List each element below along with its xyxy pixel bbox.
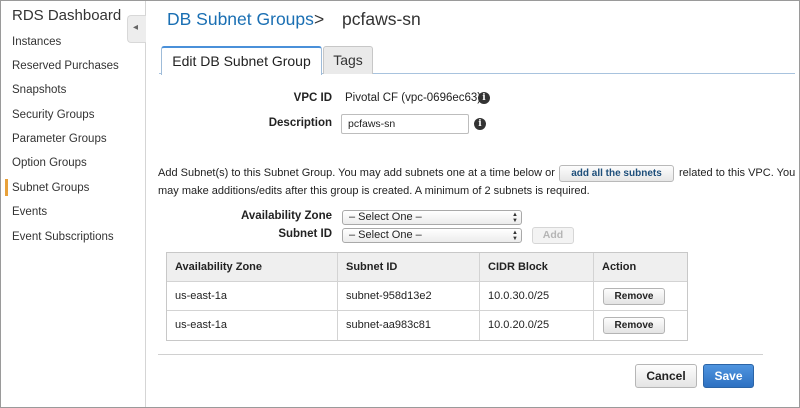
add-all-subnets-button[interactable]: add all the subnets (559, 165, 674, 182)
sidebar-item-subnet-groups[interactable]: Subnet Groups (12, 179, 89, 197)
page-title: pcfaws-sn (342, 9, 421, 29)
sidebar-item-parameter-groups[interactable]: Parameter Groups (12, 130, 107, 148)
sidebar-item-security-groups[interactable]: Security Groups (12, 106, 94, 124)
sidebar: RDS Dashboard Instances Reserved Purchas… (1, 1, 146, 407)
column-header-cidr-block: CIDR Block (479, 253, 593, 281)
sidebar-item-event-subscriptions[interactable]: Event Subscriptions (12, 228, 114, 246)
sidebar-item-events[interactable]: Events (12, 203, 47, 221)
instructions-text-line2: may make additions/edits after this grou… (158, 185, 590, 197)
vpc-id-label: VPC ID (293, 92, 332, 104)
description-label: Description (268, 117, 332, 129)
table-row: us-east-1a subnet-958d13e2 10.0.30.0/25 … (167, 282, 687, 311)
cell-availability-zone: us-east-1a (175, 319, 227, 331)
chevron-left-icon: ◂ (133, 22, 139, 33)
subnet-id-label: Subnet ID (278, 228, 332, 240)
sidebar-item-option-groups[interactable]: Option Groups (12, 154, 87, 172)
instructions-text-part2: related to this VPC. You (679, 167, 796, 179)
column-header-subnet-id: Subnet ID (337, 253, 479, 281)
table-row: us-east-1a subnet-aa983c81 10.0.20.0/25 … (167, 311, 687, 340)
select-arrows-icon: ▲ ▼ (512, 230, 518, 242)
save-button[interactable]: Save (703, 364, 754, 388)
remove-subnet-button[interactable]: Remove (603, 288, 665, 305)
cancel-button[interactable]: Cancel (635, 364, 697, 388)
description-input[interactable] (341, 114, 469, 134)
column-header-action: Action (593, 253, 688, 281)
cell-availability-zone: us-east-1a (175, 290, 227, 302)
sidebar-title[interactable]: RDS Dashboard (12, 7, 121, 24)
cell-cidr-block: 10.0.20.0/25 (479, 311, 593, 340)
subnet-id-select[interactable]: – Select One – ▲ ▼ (342, 228, 522, 243)
info-icon[interactable]: i (474, 118, 486, 130)
info-icon[interactable]: i (478, 92, 490, 104)
add-subnet-button[interactable]: Add (532, 227, 574, 244)
sidebar-item-snapshots[interactable]: Snapshots (12, 81, 66, 99)
cell-action: Remove (593, 282, 688, 310)
sidebar-collapse-button[interactable]: ◂ (127, 15, 146, 43)
instructions-text-part1: Add Subnet(s) to this Subnet Group. You … (158, 167, 555, 179)
column-header-availability-zone: Availability Zone (175, 261, 263, 273)
cell-subnet-id: subnet-aa983c81 (337, 311, 479, 340)
breadcrumb-link-db-subnet-groups[interactable]: DB Subnet Groups (167, 9, 314, 30)
tab-edit-db-subnet-group[interactable]: Edit DB Subnet Group (161, 46, 322, 75)
cell-subnet-id: subnet-958d13e2 (337, 282, 479, 310)
select-arrows-icon: ▲ ▼ (512, 212, 518, 224)
subnets-table: Availability Zone Subnet ID CIDR Block A… (166, 252, 688, 341)
availability-zone-select[interactable]: – Select One – ▲ ▼ (342, 210, 522, 225)
availability-zone-label: Availability Zone (241, 210, 332, 222)
cell-cidr-block: 10.0.30.0/25 (479, 282, 593, 310)
footer-divider (158, 354, 763, 355)
table-header-row: Availability Zone Subnet ID CIDR Block A… (167, 253, 687, 282)
subnet-id-selected: – Select One – (349, 229, 422, 241)
availability-zone-selected: – Select One – (349, 211, 422, 223)
sidebar-item-reserved-purchases[interactable]: Reserved Purchases (12, 57, 119, 75)
active-item-marker (5, 179, 8, 196)
tab-tags[interactable]: Tags (323, 46, 373, 74)
breadcrumb-separator: > (314, 9, 325, 29)
sidebar-item-instances[interactable]: Instances (12, 33, 61, 51)
cell-action: Remove (593, 311, 688, 340)
vpc-id-value: Pivotal CF (vpc-0696ec63) (345, 92, 482, 104)
remove-subnet-button[interactable]: Remove (603, 317, 665, 334)
